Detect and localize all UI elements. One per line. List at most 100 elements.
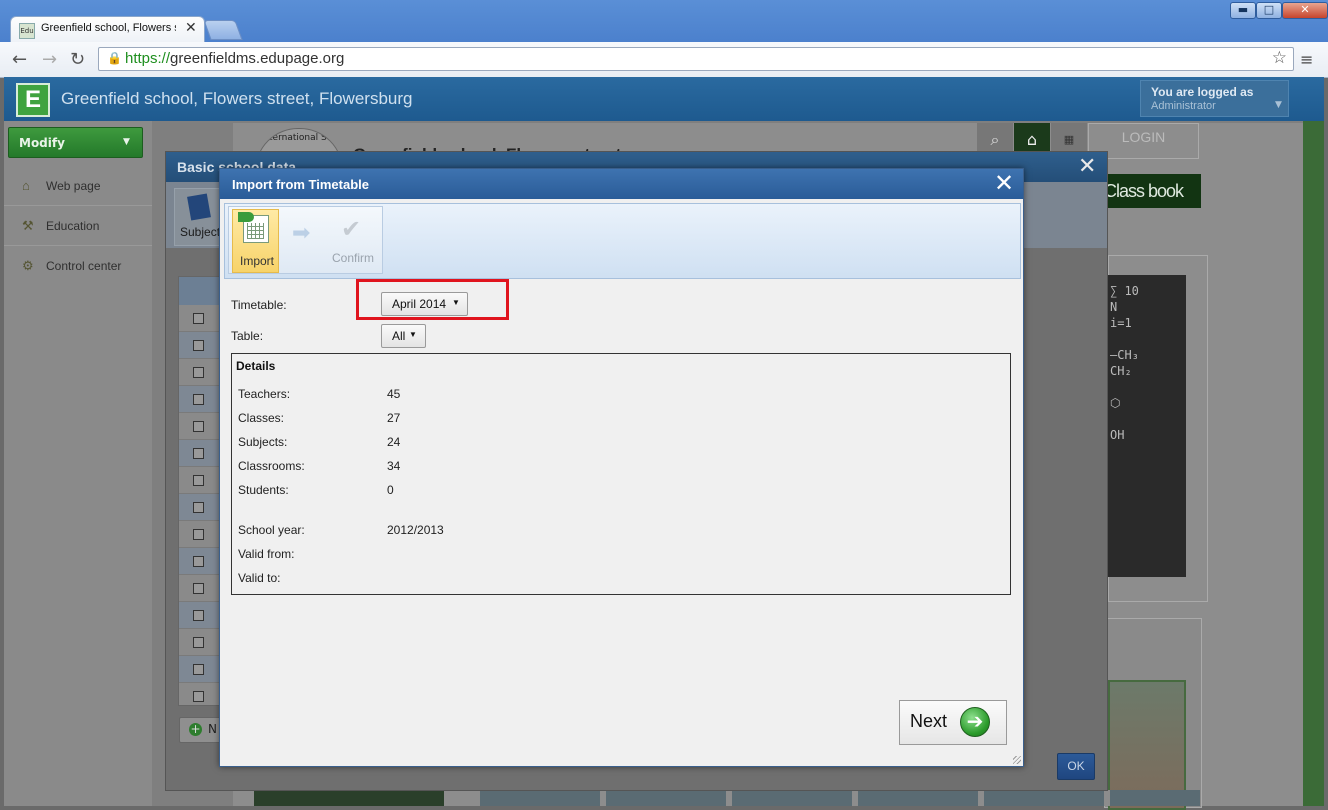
row-checkbox[interactable] — [193, 340, 204, 351]
row-checkbox[interactable] — [193, 475, 204, 486]
row-checkbox[interactable] — [193, 664, 204, 675]
wizard-steps-group: Import ➡ ✔ Confirm — [228, 206, 383, 274]
row-checkbox[interactable] — [193, 556, 204, 567]
modify-button[interactable]: Modify ▼ — [8, 127, 143, 158]
step-label: Import — [240, 254, 275, 268]
list-item[interactable] — [179, 548, 222, 575]
chevron-down-icon: ▼ — [1275, 100, 1282, 110]
sidebar-item-education[interactable]: ⚒ Education — [4, 207, 152, 246]
detail-label: School year: — [238, 523, 305, 537]
list-item[interactable] — [179, 359, 222, 386]
subjects-button[interactable]: Subject — [174, 188, 221, 246]
desk-icon: ⚒ — [22, 218, 34, 233]
list-item[interactable] — [179, 575, 222, 602]
modify-label: Modify — [19, 136, 65, 150]
favicon-icon: Edu — [19, 23, 35, 39]
chalkboard-image: ∑ 10 N i=1 –CH₃ CH₂ ⬡ OH — [1104, 275, 1186, 577]
next-button[interactable]: Next ➔ — [899, 700, 1007, 745]
ok-button[interactable]: OK — [1057, 753, 1095, 780]
row-checkbox[interactable] — [193, 367, 204, 378]
browser-menu-icon[interactable]: ≡ — [1300, 50, 1313, 69]
edupage-logo: E — [16, 83, 50, 117]
browser-chrome: Edu Greenfield school, Flowers st ✕ ▬ □ … — [0, 0, 1328, 78]
new-button-label: N — [208, 722, 217, 736]
classbook-button[interactable]: Class book — [1100, 174, 1201, 208]
new-tab-button[interactable] — [203, 20, 243, 40]
minimize-button[interactable]: ▬ — [1230, 2, 1256, 19]
list-header — [179, 277, 222, 305]
step-label: Confirm — [332, 251, 375, 265]
list-item[interactable] — [179, 440, 222, 467]
close-icon[interactable]: ✕ — [1078, 154, 1096, 179]
list-item[interactable] — [179, 332, 222, 359]
house-icon: ⌂ — [22, 178, 30, 193]
new-subject-button[interactable]: + N — [179, 717, 221, 743]
lock-icon: 🔒 — [107, 51, 122, 65]
address-bar[interactable]: 🔒 https://greenfieldms.edupage.org ☆ — [98, 47, 1294, 71]
row-checkbox[interactable] — [193, 313, 204, 324]
row-checkbox[interactable] — [193, 529, 204, 540]
site-header: E Greenfield school, Flowers street, Flo… — [4, 77, 1324, 121]
row-checkbox[interactable] — [193, 448, 204, 459]
chevron-down-icon: ▼ — [123, 137, 130, 147]
user-role: Administrator — [1151, 100, 1216, 112]
sidebar-item-web-page[interactable]: ⌂ Web page — [4, 167, 152, 206]
list-item[interactable] — [179, 305, 222, 332]
close-icon[interactable]: ✕ — [994, 170, 1014, 196]
site-title: Greenfield school, Flowers street, Flowe… — [61, 89, 413, 108]
forward-arrow-icon[interactable]: → — [42, 49, 57, 70]
sidebar-item-label: Control center — [46, 259, 122, 273]
row-checkbox[interactable] — [193, 637, 204, 648]
highlight-box — [356, 279, 509, 320]
detail-value: 27 — [387, 411, 401, 425]
user-menu[interactable]: You are logged as Administrator ▼ — [1140, 80, 1289, 117]
dropdown-value: All — [392, 329, 406, 343]
detail-value: 45 — [387, 387, 401, 401]
row-checkbox[interactable] — [193, 610, 204, 621]
arrow-right-circle-icon: ➔ — [960, 707, 990, 737]
detail-value: 24 — [387, 435, 401, 449]
detail-label: Students: — [238, 483, 289, 497]
gear-icon: ⚙ — [22, 258, 34, 273]
detail-label: Classrooms: — [238, 459, 305, 473]
dialog-title: Import from Timetable — [232, 177, 370, 192]
chevron-down-icon: ▼ — [409, 330, 417, 339]
row-checkbox[interactable] — [193, 421, 204, 432]
row-checkbox[interactable] — [193, 691, 204, 702]
reload-icon[interactable]: ↻ — [70, 49, 85, 70]
subjects-list — [178, 276, 223, 706]
sidebar-item-label: Education — [46, 219, 100, 233]
dialog-header: Import from Timetable ✕ — [220, 169, 1023, 199]
table-dropdown[interactable]: All ▼ — [381, 324, 426, 348]
list-item[interactable] — [179, 413, 222, 440]
list-item[interactable] — [179, 521, 222, 548]
import-timetable-dialog: Import from Timetable ✕ Import ➡ ✔ Confi… — [219, 168, 1024, 767]
sidebar: Modify ▼ ⌂ Web page ⚒ Education ⚙ Contro… — [4, 121, 152, 806]
logged-as-label: You are logged as — [1151, 85, 1254, 99]
calendar-import-icon — [238, 212, 269, 243]
back-arrow-icon[interactable]: ← — [12, 49, 27, 70]
list-item[interactable] — [179, 386, 222, 413]
list-item[interactable] — [179, 656, 222, 683]
detail-label: Classes: — [238, 411, 285, 425]
list-item[interactable] — [179, 629, 222, 656]
maximize-button[interactable]: □ — [1256, 2, 1282, 19]
window-close-button[interactable]: ✕ — [1282, 2, 1328, 19]
step-import[interactable]: Import — [232, 209, 279, 273]
list-item[interactable] — [179, 602, 222, 629]
list-item[interactable] — [179, 494, 222, 521]
bookmark-star-icon[interactable]: ☆ — [1272, 48, 1287, 68]
resize-grip[interactable] — [1013, 756, 1021, 764]
list-item[interactable] — [179, 467, 222, 494]
detail-value: 34 — [387, 459, 401, 473]
detail-value: 0 — [387, 483, 394, 497]
sidebar-item-control-center[interactable]: ⚙ Control center — [4, 247, 152, 285]
list-item[interactable] — [179, 683, 222, 704]
row-checkbox[interactable] — [193, 502, 204, 513]
row-checkbox[interactable] — [193, 583, 204, 594]
detail-label: Teachers: — [238, 387, 291, 401]
browser-tab[interactable]: Edu Greenfield school, Flowers st ✕ — [10, 16, 205, 43]
subjects-label: Subject — [180, 225, 221, 239]
tab-close-icon[interactable]: ✕ — [185, 20, 197, 36]
row-checkbox[interactable] — [193, 394, 204, 405]
